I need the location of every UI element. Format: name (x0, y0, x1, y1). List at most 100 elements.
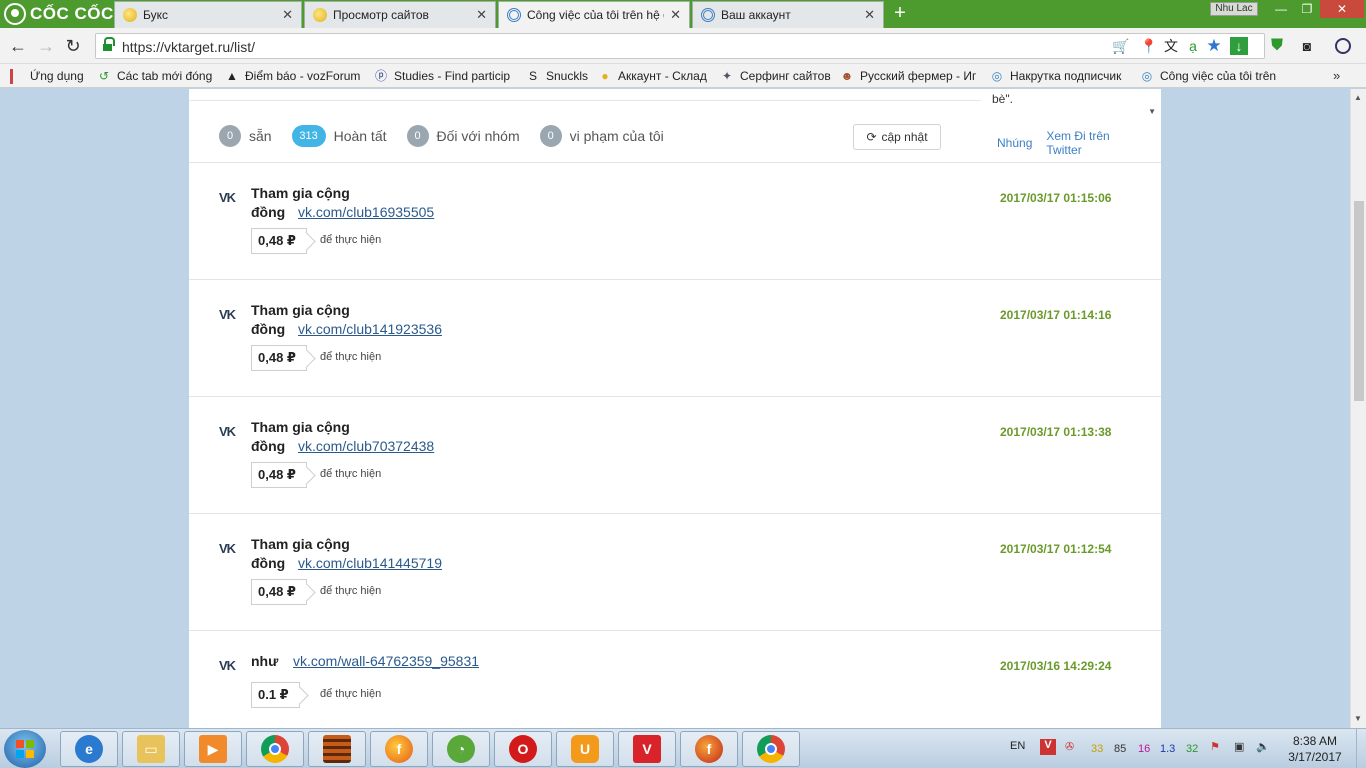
minimize-button[interactable]: — (1268, 0, 1294, 18)
coccoc-logo[interactable]: CỐC CỐC (4, 3, 114, 25)
filter-completed[interactable]: 313 Hoàn tất (291, 125, 387, 147)
taskbar-chrome-2[interactable] (742, 731, 800, 767)
coccoc-icon (4, 3, 26, 25)
extension-icon[interactable]: ◙ (1298, 37, 1316, 55)
task-title-continued: đồng (251, 204, 286, 220)
taskbar-opera[interactable]: O (494, 731, 552, 767)
window-close-button[interactable]: ✕ (1320, 0, 1364, 18)
view-on-twitter-link[interactable]: Xem Đi trên Twitter (1046, 129, 1146, 157)
task-list-panel: 0 sẵn 313 Hoàn tất 0 Đối với nhóm 0 vi p… (189, 89, 1161, 728)
taskbar-chrome[interactable] (246, 731, 304, 767)
show-desktop-button[interactable] (1356, 729, 1366, 768)
taskbar-firefox[interactable]: f (370, 731, 428, 767)
taskbar-vivaldi[interactable]: V (618, 731, 676, 767)
tab-my-tasks[interactable]: Công việc của tôi trên hệ g ✕ (498, 1, 690, 28)
coin-icon (123, 8, 137, 22)
lock-icon (103, 37, 115, 52)
bookmark-studies[interactable]: ⓟ Studies - Find particip (374, 68, 514, 84)
volume-icon[interactable]: 🔈 (1256, 740, 1270, 753)
firefox-icon: f (385, 735, 413, 763)
coin-icon: ● (601, 69, 609, 83)
filter-label: Đối với nhóm (436, 128, 520, 144)
back-button[interactable]: ← (8, 36, 28, 56)
scroll-down-icon[interactable]: ▼ (1354, 714, 1362, 723)
task-row: VK như vk.com/wall-64762359_95831 0.1 ₽ … (189, 630, 1161, 728)
cart-icon[interactable]: 🛒 (1112, 37, 1130, 55)
network-tray-icon[interactable]: ✇ (1065, 740, 1074, 753)
filter-available[interactable]: 0 sẵn (219, 125, 272, 147)
pin-icon[interactable]: 📍 (1140, 37, 1158, 55)
bookmark-apps[interactable]: Ứng dụng (10, 68, 90, 84)
filter-violations[interactable]: 0 vi phạm của tôi (539, 125, 664, 147)
account-icon[interactable] (1335, 38, 1351, 54)
vivaldi-tray-icon[interactable]: V (1040, 739, 1056, 755)
tab-site-viewing[interactable]: Просмотр сайтов ✕ (304, 1, 496, 28)
system-clock[interactable]: 8:38 AM 3/17/2017 (1280, 733, 1350, 765)
taskbar-ie[interactable]: e (60, 731, 118, 767)
tab-buks[interactable]: Букс ✕ (114, 1, 302, 28)
task-row: VK Tham gia cộng đồng vk.com/club1414457… (189, 513, 1161, 630)
task-title-continued: đồng (251, 555, 286, 571)
adblock-shield-icon[interactable]: ⛊ (1268, 37, 1286, 55)
taskbar-explorer[interactable]: ▭ (122, 731, 180, 767)
tab-title: Букс (143, 8, 168, 22)
bookmark-nakrutka[interactable]: ◎ Накрутка подписчик (990, 68, 1128, 84)
bookmark-snuckls[interactable]: S Snuckls (526, 68, 592, 84)
more-bookmarks-chevron-icon[interactable]: » (1333, 68, 1340, 83)
bookmark-voz[interactable]: ▲ Điểm báo - vozForum (225, 68, 365, 84)
bookmark-my-tasks[interactable]: ◎ Công việc của tôi trên (1140, 68, 1280, 84)
task-link[interactable]: vk.com/club141445719 (298, 555, 442, 571)
scroll-up-icon[interactable]: ▲ (1354, 93, 1362, 102)
bookmark-star-icon[interactable]: ★ (1205, 37, 1223, 55)
profile-button[interactable]: Nhu Lac (1210, 2, 1258, 16)
forward-button[interactable]: → (36, 36, 56, 56)
task-title: Tham gia cộng (251, 302, 350, 318)
reload-button[interactable]: ↻ (63, 36, 83, 56)
scroll-down-icon[interactable]: ▼ (1148, 107, 1156, 116)
audio-icon[interactable]: ạ (1184, 37, 1202, 55)
bookmark-sklad[interactable]: ● Аккаунт - Склад (598, 68, 710, 84)
filter-label: Hoàn tất (333, 128, 387, 144)
address-bar[interactable]: https://vktarget.ru/list/ (95, 33, 1265, 59)
update-button[interactable]: ⟳ cập nhật (853, 124, 941, 150)
new-tab-button[interactable]: + (890, 3, 910, 23)
task-link[interactable]: vk.com/club16935505 (298, 204, 434, 220)
update-label: cập nhật (881, 130, 928, 144)
tray-value: 85 (1114, 743, 1127, 755)
page-viewport: 0 sẵn 313 Hoàn tất 0 Đối với nhóm 0 vi p… (0, 89, 1350, 728)
bookmark-surfing[interactable]: ✦ Серфинг сайтов (720, 68, 832, 84)
tab-title: Công việc của tôi trên hệ g (527, 8, 665, 22)
action-text: để thực hiện (320, 351, 382, 363)
vktarget-icon: ◎ (991, 69, 1003, 83)
taskbar-firefox-2[interactable]: f (680, 731, 738, 767)
taskbar-media[interactable]: ▶ (184, 731, 242, 767)
start-button[interactable] (4, 730, 46, 768)
embed-link[interactable]: Nhúng (997, 136, 1032, 150)
maximize-button[interactable]: ❐ (1294, 0, 1320, 18)
network-icon[interactable]: ▣ (1234, 740, 1244, 753)
taskbar-uc-browser[interactable]: U (556, 731, 614, 767)
tab-account[interactable]: Ваш аккаунт ✕ (692, 1, 884, 28)
filter-for-group[interactable]: 0 Đối với nhóm (406, 125, 520, 147)
close-icon[interactable]: ✕ (864, 7, 875, 23)
language-indicator[interactable]: EN (1010, 740, 1025, 752)
taskbar-app-stripes[interactable] (308, 731, 366, 767)
chrome-icon (757, 735, 785, 763)
scrollbar-thumb[interactable] (1354, 201, 1364, 401)
bookmark-farmer[interactable]: ☻ Русский фермер - Иг (840, 68, 980, 84)
close-icon[interactable]: ✕ (670, 7, 681, 23)
task-title-continued: đồng (251, 438, 286, 454)
download-icon[interactable]: ↓ (1230, 37, 1248, 55)
browser-toolbar: ← → ↻ https://vktarget.ru/list/ 🛒 📍 文 ạ … (0, 28, 1366, 64)
taskbar-coccoc[interactable]: ◔ (432, 731, 490, 767)
close-icon[interactable]: ✕ (282, 7, 293, 23)
close-icon[interactable]: ✕ (476, 7, 487, 23)
task-link[interactable]: vk.com/club141923536 (298, 321, 442, 337)
action-center-icon[interactable]: ⚑ (1210, 740, 1220, 753)
task-link[interactable]: vk.com/wall-64762359_95831 (293, 653, 479, 669)
task-link[interactable]: vk.com/club70372438 (298, 438, 434, 454)
url-text[interactable]: https://vktarget.ru/list/ (122, 39, 255, 55)
translate-icon[interactable]: 文 (1162, 37, 1180, 55)
bookmark-recent-tabs[interactable]: ↺ Các tab mới đóng (97, 68, 217, 84)
page-scrollbar[interactable]: ▲ ▼ (1350, 89, 1366, 728)
